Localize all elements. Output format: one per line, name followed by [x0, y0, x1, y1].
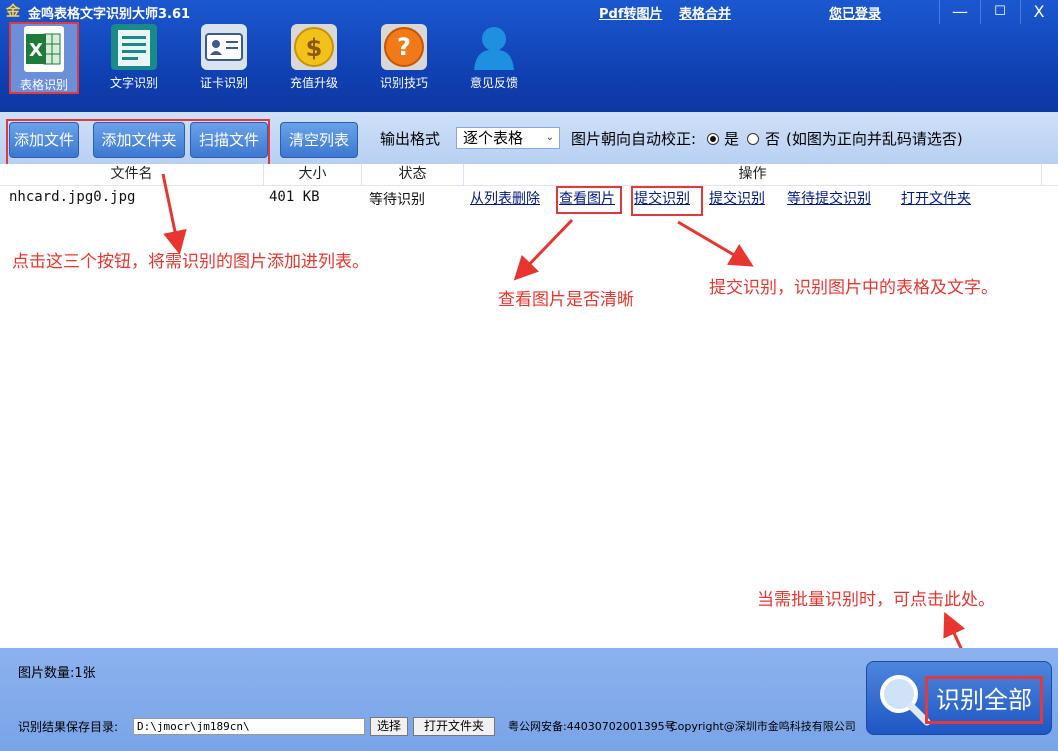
tool-label: 意见反馈	[469, 76, 518, 90]
open-folder-link[interactable]: 打开文件夹	[901, 188, 971, 208]
tool-text-recognition[interactable]: 文字识别	[99, 22, 169, 94]
tool-recharge-upgrade[interactable]: $ 充值升级	[279, 22, 349, 94]
row-size: 401 KB	[269, 189, 320, 205]
tool-label: 证卡识别	[199, 76, 248, 90]
icp-text: 粤公网安备:44030702001395号	[508, 720, 676, 733]
output-format-select[interactable]: 逐个表格 ⌄	[456, 127, 560, 149]
choose-dir-button[interactable]: 选择	[370, 717, 408, 736]
svg-text:X: X	[29, 40, 43, 61]
arrow-view-image	[513, 218, 574, 281]
output-format-label: 输出格式	[380, 130, 441, 148]
open-folder-button[interactable]: 打开文件夹	[413, 717, 495, 736]
tool-label: 充值升级	[289, 76, 338, 90]
save-dir-label: 识别结果保存目录:	[18, 720, 119, 734]
excel-icon: X	[24, 26, 64, 72]
save-dir-input[interactable]: D:\jmocr\jm189cn\	[133, 718, 365, 735]
orientation-yes-radio[interactable]	[707, 133, 719, 145]
orientation-no-radio[interactable]	[747, 133, 759, 145]
user-icon	[474, 27, 514, 70]
maximize-button[interactable]: ☐	[980, 0, 1020, 24]
close-button[interactable]: X	[1020, 0, 1058, 24]
minimize-button[interactable]: —	[940, 0, 980, 24]
tool-label: 文字识别	[109, 76, 158, 90]
table-merge-link[interactable]: 表格合并	[679, 3, 731, 22]
coin-icon: $	[291, 24, 337, 70]
tool-recognition-tips[interactable]: ? 识别技巧	[369, 22, 439, 94]
app-logo-icon: 金	[6, 4, 20, 20]
column-header-filename[interactable]: 文件名	[0, 164, 264, 186]
annotation-add-buttons: 点击这三个按钮，将需识别的图片添加进列表。	[12, 252, 369, 272]
copyright-text: Copyright@深圳市金鸣科技有限公司	[670, 720, 856, 733]
view-image-highlight	[556, 186, 622, 214]
arrow-submit	[677, 220, 754, 267]
annotation-batch: 当需批量识别时，可点击此处。	[757, 590, 995, 610]
tool-feedback[interactable]: 意见反馈	[459, 22, 529, 94]
column-header-status[interactable]: 状态	[362, 164, 464, 186]
row-status: 等待识别	[369, 192, 425, 208]
image-count: 图片数量:1张	[18, 666, 96, 681]
output-format-value: 逐个表格	[463, 129, 524, 147]
header-divider	[0, 185, 1058, 186]
submit-recognition-link-2[interactable]: 提交识别	[709, 188, 765, 208]
id-card-icon	[201, 24, 247, 70]
annotation-submit: 提交识别，识别图片中的表格及文字。	[709, 278, 998, 298]
submit-highlight	[631, 186, 703, 216]
waiting-submit-link[interactable]: 等待提交识别	[787, 188, 871, 208]
orientation-no-label: 否	[765, 130, 781, 148]
tool-table-recognition[interactable]: X 表格识别	[9, 22, 79, 94]
chevron-down-icon: ⌄	[545, 132, 554, 143]
pdf-to-image-link[interactable]: Pdf转图片	[599, 3, 663, 22]
tool-label: 识别技巧	[379, 76, 428, 90]
add-buttons-highlight	[6, 119, 270, 167]
tool-card-recognition[interactable]: 证卡识别	[189, 22, 259, 94]
login-status-link[interactable]: 您已登录	[829, 3, 881, 22]
annotation-view-image: 查看图片是否清晰	[498, 290, 634, 310]
document-icon	[111, 24, 157, 70]
remove-from-list-link[interactable]: 从列表删除	[470, 188, 540, 208]
orientation-hint: (如图为正向并乱码请选否)	[786, 130, 963, 148]
clear-list-button[interactable]: 清空列表	[280, 122, 358, 158]
column-header-actions[interactable]: 操作	[464, 164, 1042, 186]
svg-text:?: ?	[397, 33, 411, 61]
window-title: 金鸣表格文字识别大师3.61	[28, 7, 191, 22]
orientation-yes-label: 是	[724, 130, 740, 148]
tool-label: 表格识别	[19, 78, 68, 92]
question-icon: ?	[381, 24, 427, 70]
svg-text:$: $	[306, 34, 323, 62]
recognize-all-label: 识别全部	[925, 676, 1043, 724]
column-header-size[interactable]: 大小	[264, 164, 362, 186]
orientation-label: 图片朝向自动校正:	[571, 130, 697, 148]
row-filename: nhcard.jpg0.jpg	[9, 189, 136, 205]
recognize-all-button[interactable]: 识别全部	[866, 661, 1052, 735]
